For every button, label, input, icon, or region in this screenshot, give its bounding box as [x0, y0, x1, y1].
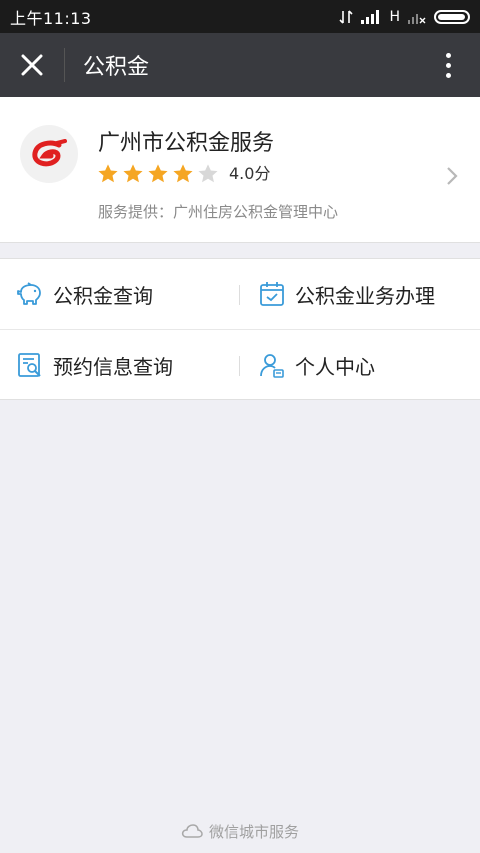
- status-bar: 上午11:13 H: [0, 0, 480, 33]
- star-empty-icon: [198, 164, 218, 183]
- cloud-icon: [181, 824, 203, 838]
- close-button[interactable]: [0, 33, 64, 97]
- star-filled-icon: [98, 164, 118, 183]
- more-dots-icon: [445, 52, 451, 58]
- rating-stars: [97, 163, 219, 185]
- close-icon: [21, 54, 43, 76]
- service-provider: 服务提供：广州住房公积金管理中心: [98, 203, 339, 221]
- service-card[interactable]: 广州市公积金服务 4.0分 服务提供：广州住房公积金管理中心: [0, 97, 480, 243]
- chevron-right-icon: [447, 167, 458, 185]
- star-filled-icon: [123, 164, 143, 183]
- status-time: 上午11:13: [10, 8, 92, 28]
- menu-divider: [239, 285, 240, 305]
- menu-item-appointment-query[interactable]: 预约信息查询: [0, 330, 240, 400]
- page-title: 公积金: [83, 55, 150, 80]
- menu-item-gongjijin-query[interactable]: 公积金查询: [0, 259, 240, 329]
- star-filled-icon: [148, 164, 168, 183]
- title-divider: [64, 48, 65, 82]
- sync-icon: [339, 9, 354, 24]
- title-bar: 公积金: [0, 33, 480, 97]
- piggy-bank-icon: [17, 282, 41, 305]
- menu-item-gongjijin-business[interactable]: 公积金业务办理: [240, 259, 480, 329]
- no-signal-icon: [408, 13, 426, 24]
- gongjijin-logo-icon: [32, 139, 67, 167]
- footer: 微信城市服务: [0, 818, 480, 844]
- battery-icon: [434, 9, 470, 24]
- menu-item-label: 个人中心: [295, 354, 375, 379]
- calendar-check-icon: [260, 282, 284, 306]
- status-icons: H: [339, 9, 470, 25]
- service-menu: 公积金查询 公积金业务办理 预约信息查询 个人中心: [0, 258, 480, 400]
- service-logo: [20, 125, 78, 183]
- more-menu-button[interactable]: [428, 33, 468, 97]
- menu-row: 公积金查询 公积金业务办理: [0, 259, 480, 329]
- document-search-icon: [18, 353, 41, 377]
- menu-divider: [239, 356, 240, 376]
- menu-item-label: 公积金查询: [53, 283, 153, 308]
- network-type: H: [389, 8, 400, 25]
- menu-item-personal-center[interactable]: 个人中心: [240, 330, 480, 400]
- footer-text: 微信城市服务: [208, 822, 299, 841]
- menu-item-label: 公积金业务办理: [295, 283, 435, 308]
- rating-text: 4.0分: [229, 164, 271, 183]
- menu-row: 预约信息查询 个人中心: [0, 329, 480, 399]
- menu-item-label: 预约信息查询: [53, 354, 173, 379]
- service-name: 广州市公积金服务: [98, 131, 275, 156]
- star-filled-icon: [173, 164, 193, 183]
- signal-icon: [361, 9, 381, 24]
- person-icon: [260, 354, 284, 378]
